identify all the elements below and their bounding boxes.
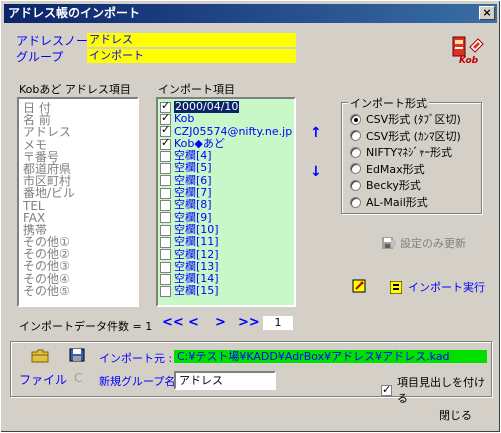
window-close-button[interactable]: × — [479, 6, 495, 20]
kob-logo: Kob — [451, 35, 487, 67]
import-field-item[interactable]: Kob — [160, 112, 292, 126]
format-option[interactable]: NIFTYﾏﾈｼﾞｬｰ形式 — [350, 144, 452, 160]
source-list-title: Kobあど アドレス項目 — [19, 83, 131, 96]
format-radio[interactable] — [350, 113, 361, 125]
new-group-label: 新規グループ名 — [99, 375, 176, 388]
import-field-checkbox[interactable] — [160, 224, 171, 236]
import-format-group: インポート形式 CSV形式 (ﾀﾌﾞ区切) CSV形式 (ｶﾝﾏ区切) NIFTYﾏ… — [341, 95, 482, 214]
format-option[interactable]: AL-Mail形式 — [350, 194, 428, 210]
import-field-checkbox[interactable] — [160, 261, 171, 273]
file-group: ファイル C インポート元 : C:¥テスト場¥KADD¥AdrBox¥アドレス… — [10, 341, 492, 405]
group-value: インポート — [87, 49, 296, 63]
import-field-checkbox[interactable] — [160, 175, 171, 187]
format-option-label: EdMax形式 — [366, 162, 425, 176]
import-dialog: アドレス帳のインポート × アドレスノート アドレス グループ インポート Ko… — [0, 0, 501, 433]
import-field-checkbox[interactable] — [160, 249, 171, 261]
window-title: アドレス帳のインポート — [8, 6, 141, 20]
import-count: インポートデータ件数 = 1 — [19, 320, 153, 333]
import-field-item[interactable]: 空欄[15] — [160, 285, 292, 297]
header-checkbox-box[interactable] — [381, 383, 392, 396]
move-down-button[interactable]: ↓ — [310, 164, 322, 180]
import-field-list[interactable]: 2000/04/10KobCZJ05574@nifty.ne.jpKob◆あど空… — [156, 97, 296, 307]
next-page-button[interactable]: > — [215, 315, 226, 330]
import-field-checkbox[interactable] — [160, 286, 171, 298]
import-run-label: インポート実行 — [408, 281, 485, 294]
import-field-item[interactable]: 空欄[5] — [160, 162, 292, 174]
source-field-list[interactable]: 日 付名 前アドレス メモ 〒番号 都道府県 市区町村 番地/ビル TEL FAX 携帯 その他①… — [17, 97, 139, 307]
address-note-value: アドレス — [87, 33, 296, 47]
source-field-item[interactable]: その他⑤ — [23, 285, 133, 297]
page-number: 1 — [263, 316, 293, 330]
import-field-checkbox[interactable] — [160, 137, 171, 150]
format-option[interactable]: CSV形式 (ﾀﾌﾞ区切) — [350, 111, 461, 127]
import-list-title: インポート項目 — [158, 83, 235, 96]
source-field-item[interactable]: メモ — [23, 138, 133, 150]
new-group-input[interactable]: アドレス — [174, 371, 276, 390]
format-radio[interactable] — [350, 130, 361, 142]
logo-text: Kob — [459, 56, 479, 66]
format-option-label: CSV形式 (ｶﾝﾏ区切) — [366, 129, 461, 143]
import-field-item[interactable]: 空欄[11] — [160, 235, 292, 249]
import-format-title: インポート形式 — [348, 95, 429, 111]
source-field-item[interactable]: その他③ — [23, 260, 133, 272]
source-field-item[interactable]: TEL — [23, 199, 133, 211]
import-from-path: C:¥テスト場¥KADD¥AdrBox¥アドレス¥アドレス.kad — [174, 350, 487, 363]
move-up-button[interactable]: ↑ — [310, 125, 322, 141]
format-option-label: Becky形式 — [366, 179, 421, 193]
import-field-label: 空欄[11] — [174, 235, 219, 249]
import-field-checkbox[interactable] — [160, 212, 171, 224]
format-option[interactable]: CSV形式 (ｶﾝﾏ区切) — [350, 128, 461, 144]
header-checkbox[interactable]: 項目見出しを付ける — [381, 374, 491, 406]
c-button[interactable]: C — [74, 371, 82, 385]
format-radio[interactable] — [350, 179, 361, 191]
import-field-checkbox[interactable] — [160, 236, 171, 248]
import-field-checkbox[interactable] — [160, 273, 171, 285]
import-from-label: インポート元 : — [99, 352, 173, 365]
format-option[interactable]: Becky形式 — [350, 177, 421, 193]
source-field-item[interactable]: その他④ — [23, 272, 133, 284]
source-field-item[interactable]: アドレス — [23, 126, 133, 138]
first-page-button[interactable]: << — [162, 315, 184, 330]
disk-icon — [382, 237, 396, 249]
group-label: グループ — [16, 50, 64, 64]
folder-icon[interactable] — [31, 349, 49, 363]
format-option[interactable]: EdMax形式 — [350, 161, 425, 177]
import-field-label: 空欄[15] — [174, 284, 219, 298]
file-button[interactable]: ファイル — [19, 371, 67, 388]
format-radio[interactable] — [350, 146, 361, 158]
import-field-item[interactable]: 空欄[12] — [160, 247, 292, 261]
import-field-label: 空欄[8] — [174, 198, 212, 212]
format-radio[interactable] — [350, 196, 361, 208]
format-option-label: NIFTYﾏﾈｼﾞｬｰ形式 — [366, 146, 453, 160]
format-radio[interactable] — [350, 163, 361, 175]
wand-icon[interactable] — [352, 279, 366, 293]
import-field-label: Kob — [174, 112, 195, 126]
format-option-label: AL-Mail形式 — [366, 196, 428, 209]
floppy-icon[interactable] — [69, 348, 85, 362]
format-option-label: CSV形式 (ﾀﾌﾞ区切) — [366, 113, 461, 126]
import-field-item[interactable]: 空欄[8] — [160, 199, 292, 211]
close-button[interactable]: 閉じる — [439, 407, 472, 423]
import-field-label: 空欄[5] — [174, 161, 212, 175]
title-bar: アドレス帳のインポート × — [4, 4, 497, 23]
import-field-checkbox[interactable] — [160, 163, 171, 175]
settings-update-label: 設定のみ更新 — [400, 237, 466, 250]
import-field-checkbox[interactable] — [160, 200, 171, 212]
settings-update-button[interactable]: 設定のみ更新 — [382, 235, 466, 251]
prev-page-button[interactable]: < — [188, 315, 199, 330]
import-run-icon — [389, 280, 403, 294]
import-field-checkbox[interactable] — [160, 187, 171, 199]
import-field-label: 空欄[12] — [174, 247, 219, 261]
import-run-button[interactable]: インポート実行 — [389, 279, 485, 295]
last-page-button[interactable]: >> — [238, 315, 260, 330]
header-checkbox-label: 項目見出しを付ける — [397, 376, 485, 405]
import-field-checkbox[interactable] — [160, 150, 171, 162]
source-field-item[interactable]: 番地/ビル — [23, 187, 133, 199]
